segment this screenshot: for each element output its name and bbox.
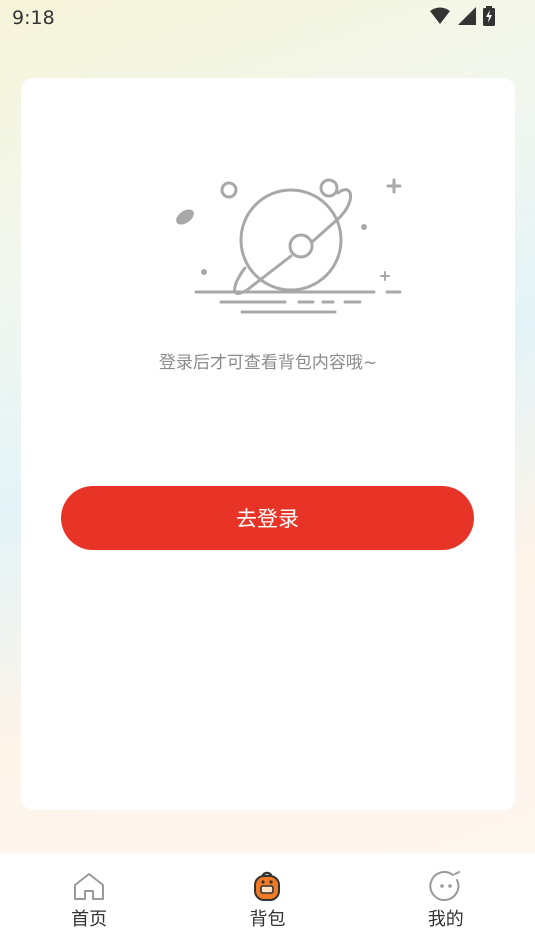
tab-backpack-label: 背包 [249,909,286,930]
face-icon [429,871,460,901]
bottom-tab-bar: 首页 背包 我的 [0,853,535,951]
login-button[interactable]: 去登录 [61,486,474,550]
tab-home[interactable]: 首页 [0,853,178,951]
battery-icon [483,6,495,26]
tab-home-label: 首页 [71,909,108,930]
status-icons [429,6,495,26]
empty-message: 登录后才可查看背包内容哦~ [158,353,378,373]
content-card: 登录后才可查看背包内容哦~ 去登录 [21,78,515,810]
tab-mine[interactable]: 我的 [357,853,535,951]
status-time: 9:18 [12,7,55,29]
backpack-icon [254,871,281,901]
status-bar: 9:18 [0,0,535,36]
tab-mine-label: 我的 [427,909,464,930]
signal-icon [458,7,476,25]
tab-backpack[interactable]: 背包 [178,853,356,951]
wifi-icon [430,7,450,24]
home-icon [74,873,105,900]
planet-empty-illustration [176,178,402,314]
